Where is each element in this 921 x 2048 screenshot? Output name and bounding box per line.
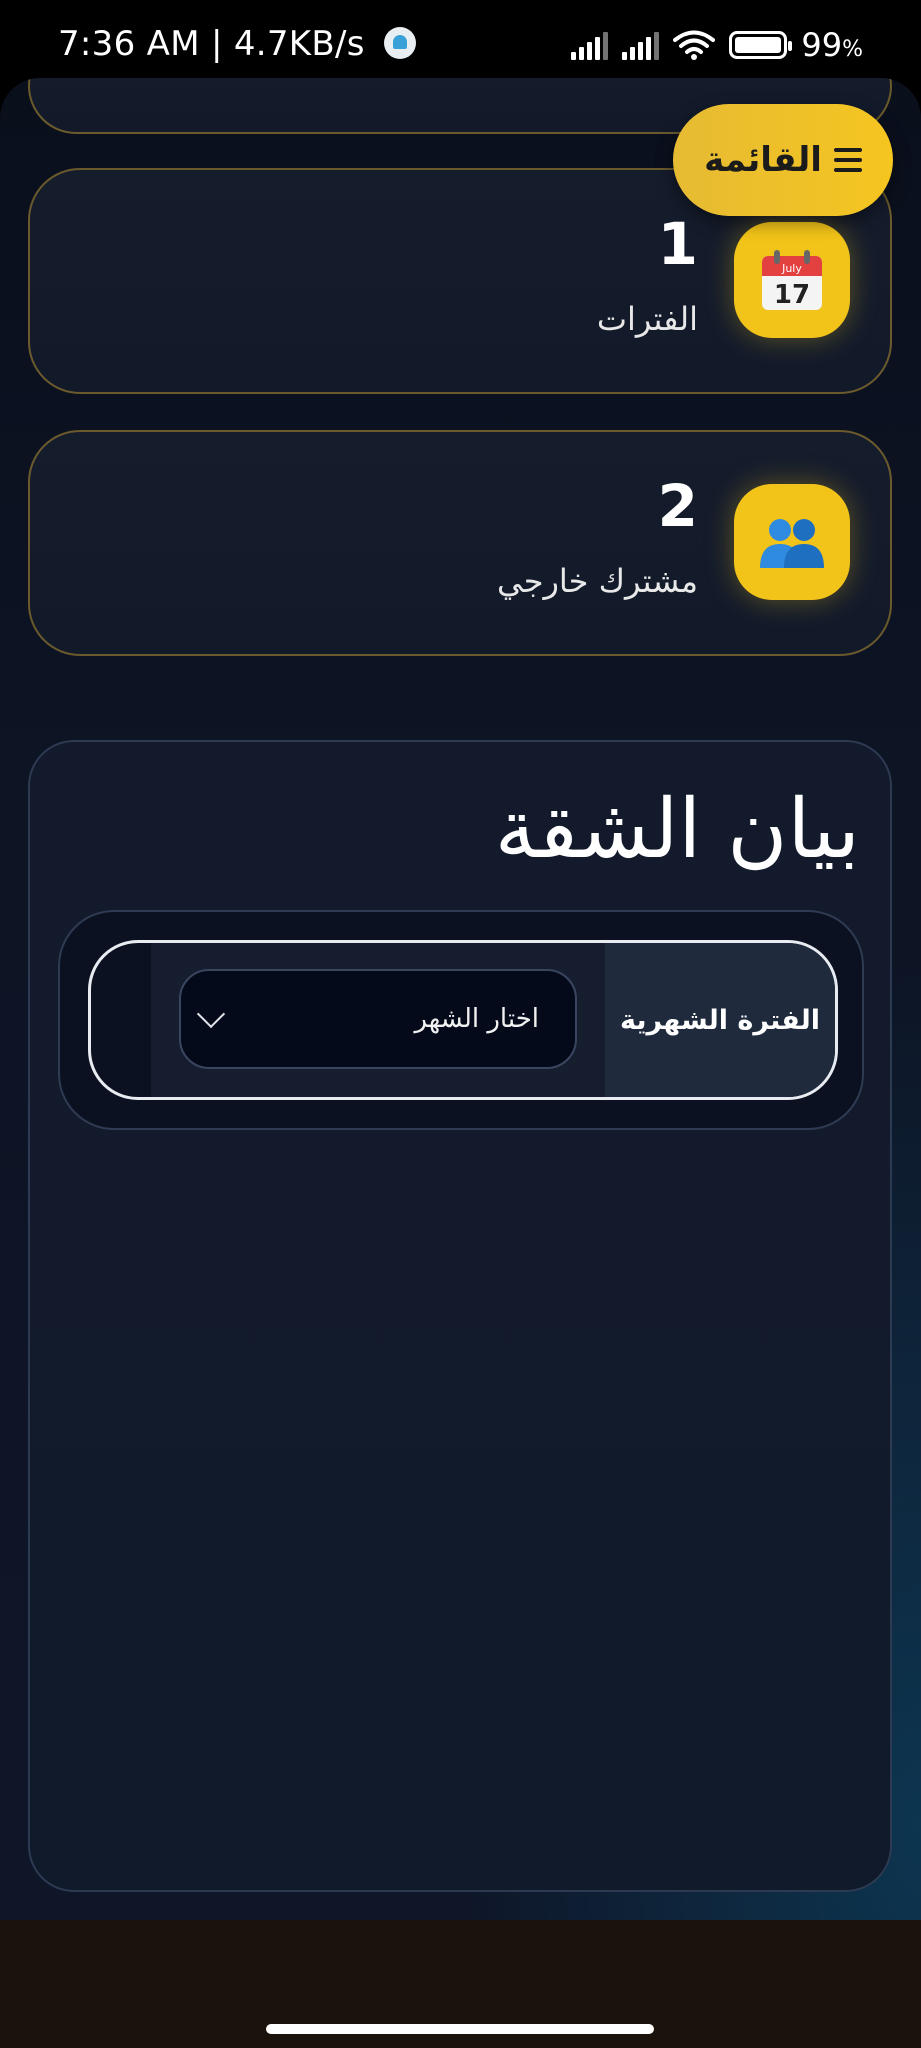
signal-icon [571,30,609,60]
stat-number: 2 [657,472,698,540]
filter-label: الفترة الشهرية [620,1004,820,1036]
app-content: القائمة July 17 1 الفترات 2 مشترك خارجي … [0,78,921,1920]
system-nav-bar [0,1920,921,2048]
stat-card-external-subscriber[interactable]: 2 مشترك خارجي [28,430,892,656]
apartment-statement-panel: بيان الشقة الفترة الشهرية اختار الشهر [28,740,892,1892]
wifi-icon [673,30,716,60]
people-icon [734,484,850,600]
home-indicator[interactable] [266,2024,654,2034]
battery-text: 99% [801,26,863,64]
calendar-icon: July 17 [734,222,850,338]
chevron-down-icon [196,999,226,1029]
signal-icon [622,30,660,60]
filter-label-cell: الفترة الشهرية [605,943,835,1097]
stat-label: الفترات [596,300,698,338]
status-text: 7:36 AM | 4.7KB/s [58,24,365,64]
menu-button[interactable]: القائمة [673,104,893,216]
hamburger-icon [833,148,862,172]
status-time-speed: 7:36 AM | 4.7KB/s [58,24,416,64]
menu-label: القائمة [704,140,822,180]
stat-number: 1 [657,210,698,278]
svg-text:17: 17 [774,280,810,310]
battery-icon [729,31,793,59]
filter-select-cell: اختار الشهر [151,943,605,1097]
svg-text:July: July [781,262,802,275]
app-notification-icon [383,27,416,59]
status-bar: 7:36 AM | 4.7KB/s 99% [0,0,921,78]
panel-title: بيان الشقة [494,782,860,877]
month-select-placeholder: اختار الشهر [414,1004,539,1034]
filter-section: الفترة الشهرية اختار الشهر [58,910,864,1130]
stat-label: مشترك خارجي [497,562,698,600]
status-indicators: 99% [571,26,863,64]
month-select[interactable]: اختار الشهر [179,969,577,1069]
filter-row: الفترة الشهرية اختار الشهر [88,940,838,1100]
